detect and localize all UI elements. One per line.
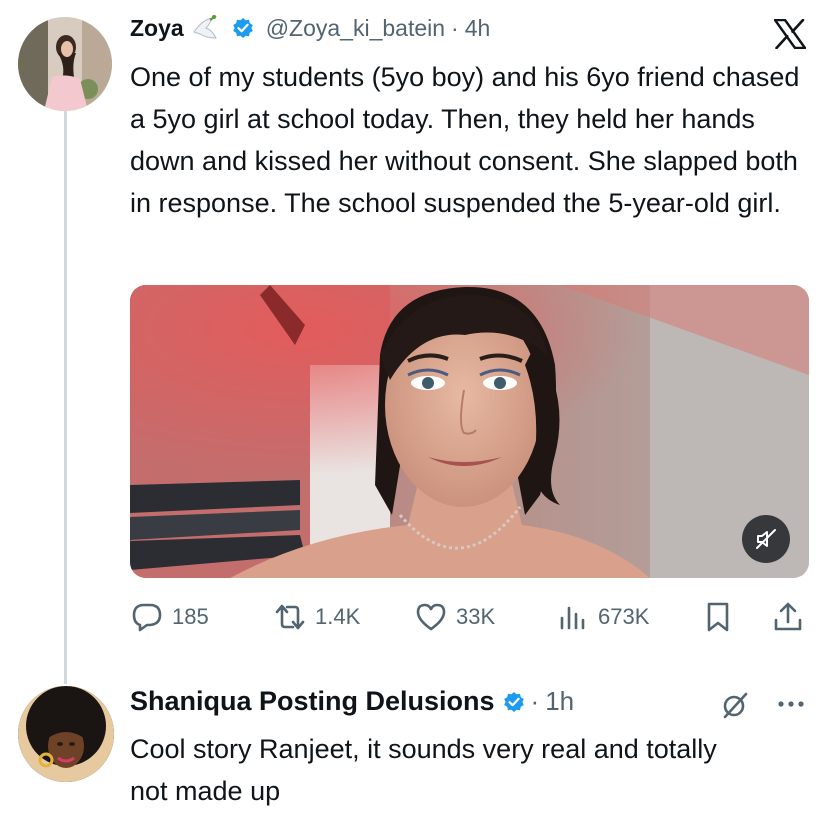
tweet-video[interactable]	[130, 285, 809, 578]
thread-connector-line	[64, 108, 67, 684]
bookmark-icon[interactable]	[701, 600, 735, 634]
more-icon[interactable]	[774, 692, 808, 716]
x-logo-icon[interactable]	[773, 17, 807, 51]
reply-button[interactable]: 185	[130, 600, 209, 634]
volume-muted-icon[interactable]	[742, 515, 790, 563]
reply-count: 185	[172, 604, 209, 629]
tweet-text: One of my students (5yo boy) and his 6yo…	[130, 62, 800, 218]
verified-badge-icon	[232, 17, 254, 39]
verified-badge-icon	[503, 691, 525, 713]
tweet-time[interactable]: 4h	[465, 15, 491, 42]
grok-icon[interactable]	[720, 690, 750, 720]
separator-dot: ·	[530, 686, 540, 716]
reply-text: Cool story Ranjeet, it sounds very real …	[130, 734, 717, 806]
like-button[interactable]: 33K	[414, 600, 495, 634]
views-button[interactable]: 673K	[556, 600, 649, 634]
reply-time[interactable]: 1h	[545, 686, 574, 717]
share-icon[interactable]	[771, 600, 805, 634]
author-name[interactable]: Zoya	[130, 15, 184, 42]
avatar[interactable]	[18, 17, 112, 111]
reply-icon	[130, 600, 164, 634]
author-handle[interactable]: @Zoya_ki_batein	[266, 15, 445, 42]
dove-emoji-icon	[190, 14, 218, 42]
reply-author-name[interactable]: Shaniqua Posting Delusions	[130, 686, 495, 717]
separator-dot: ·	[451, 14, 459, 41]
view-count: 673K	[598, 604, 650, 629]
views-icon	[556, 600, 590, 634]
repost-icon	[273, 600, 307, 634]
repost-button[interactable]: 1.4K	[273, 600, 360, 634]
heart-icon	[414, 600, 448, 634]
repost-count: 1.4K	[315, 604, 361, 629]
reply-avatar[interactable]	[18, 686, 114, 782]
like-count: 33K	[456, 604, 496, 629]
